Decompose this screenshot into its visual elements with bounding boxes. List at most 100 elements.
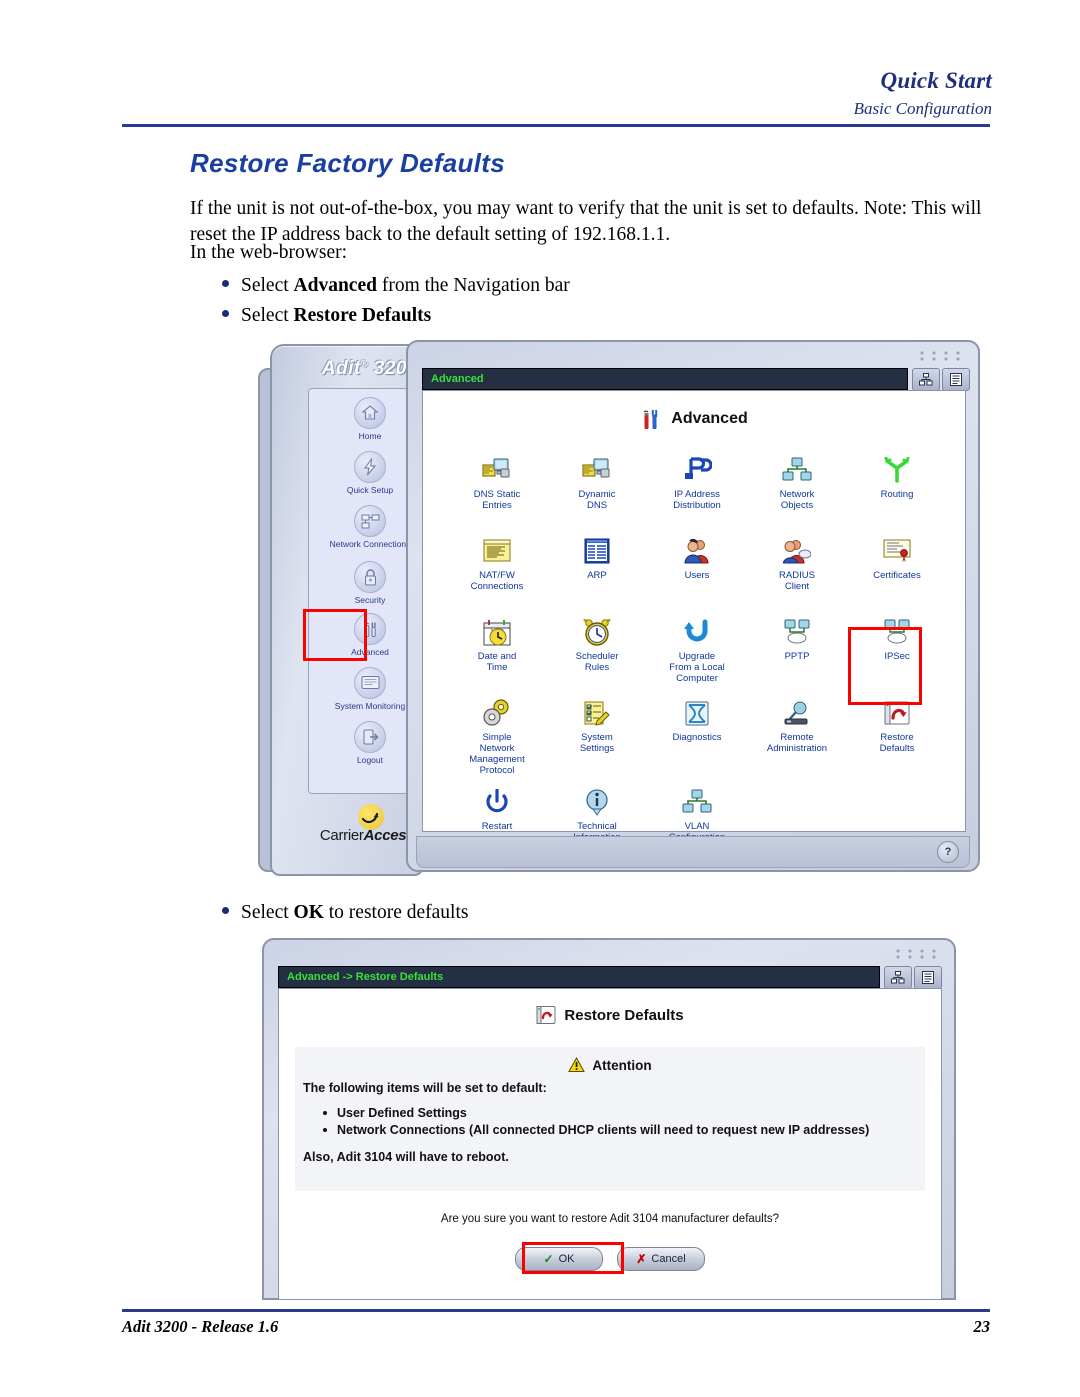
- advanced-icon-date-and-time[interactable]: 12Date and Time: [447, 611, 547, 687]
- footer-divider: [122, 1309, 990, 1312]
- lock-icon: [354, 561, 386, 593]
- ok-button-highlight: [522, 1242, 624, 1274]
- diagnostics-icon: [647, 696, 747, 730]
- advanced-page-heading: Advanced: [423, 407, 965, 431]
- bullet-3-suffix: to restore defaults: [323, 902, 469, 923]
- registered-mark-icon: ®: [360, 358, 368, 369]
- advanced-icon-simple-network-management-protocol[interactable]: Simple Network Management Protocol: [447, 692, 547, 776]
- advanced-icon-label: NAT/FW Connections: [470, 570, 524, 592]
- bullet-dot-icon: [222, 280, 229, 287]
- vent-dots-icon: [894, 948, 938, 960]
- bullet-1-bold: Advanced: [293, 275, 377, 296]
- bullet-select-ok: Select OK to restore defaults: [222, 902, 468, 924]
- restore-defaults-icon: [536, 1006, 556, 1024]
- header-title: Quick Start: [880, 68, 992, 93]
- bullet-dot-icon: [222, 907, 229, 914]
- advanced-icon-diagnostics[interactable]: Diagnostics: [647, 692, 747, 776]
- advanced-icon-label: ARP: [587, 570, 607, 581]
- network-icon: [354, 505, 386, 537]
- help-button[interactable]: ?: [937, 841, 959, 863]
- advanced-icon-dns-static-entries[interactable]: DNS Static Entries: [447, 449, 547, 525]
- advanced-icon-label: Simple Network Management Protocol: [469, 732, 525, 776]
- footer-release: Adit 3200 - Release 1.6: [122, 1317, 279, 1336]
- advanced-icon-label: IP Address Distribution: [673, 489, 721, 511]
- advanced-icon-upgrade-from-a-local-computer[interactable]: Upgrade From a Local Computer: [647, 611, 747, 687]
- advanced-icon-nat-fw-connections[interactable]: NAT/FW Connections: [447, 530, 547, 606]
- cancel-button-label: Cancel: [651, 1253, 686, 1265]
- routing-icon: [847, 453, 947, 487]
- breadcrumb-2: Advanced -> Restore Defaults: [287, 971, 444, 983]
- technical-information-icon: [547, 785, 647, 819]
- attention-item-list: User Defined Settings Network Connections…: [321, 1105, 925, 1138]
- nat-fw-connections-icon: [447, 534, 547, 568]
- ip-address-distribution-icon: [647, 453, 747, 487]
- advanced-icon-system-settings[interactable]: System Settings: [547, 692, 647, 776]
- advanced-icon-dynamic-dns[interactable]: Dynamic DNS: [547, 449, 647, 525]
- list-view-button[interactable]: [914, 966, 942, 989]
- dynamic-dns-icon: [547, 453, 647, 487]
- network-map-button[interactable]: [884, 966, 912, 989]
- advanced-icon-label: Diagnostics: [672, 732, 722, 743]
- bullet-select-advanced: Select Advanced from the Navigation bar: [222, 275, 570, 297]
- advanced-icon-label: Routing: [880, 489, 914, 500]
- advanced-icon-remote-administration[interactable]: Remote Administration: [747, 692, 847, 776]
- web-browser-line: In the web-browser:: [190, 242, 348, 263]
- advanced-icon-users[interactable]: Users: [647, 530, 747, 606]
- date-and-time-icon: 12: [447, 615, 547, 649]
- page-number: 23: [973, 1317, 991, 1336]
- users-icon: [647, 534, 747, 568]
- bullet-3-prefix: Select: [241, 902, 294, 923]
- advanced-icon-radius-client[interactable]: RADIUS Client: [747, 530, 847, 606]
- advanced-screen-figure: Adit® 3200 Home Quick Setup Network Connec…: [248, 338, 980, 883]
- breadcrumb: Advanced: [431, 373, 484, 385]
- header-divider: [122, 124, 990, 127]
- pptp-icon: [747, 615, 847, 649]
- advanced-icon-ip-address-distribution[interactable]: IP Address Distribution: [647, 449, 747, 525]
- bullet-1-suffix: from the Navigation bar: [376, 275, 570, 296]
- dialog-content: Restore Defaults Attention The following…: [278, 988, 942, 1299]
- reboot-note: Also, Adit 3104 will have to reboot.: [303, 1150, 509, 1164]
- warning-icon: [568, 1057, 586, 1072]
- vent-dots-icon: [918, 350, 962, 362]
- advanced-icon-label: Dynamic DNS: [578, 489, 616, 511]
- advanced-icon-label: Upgrade From a Local Computer: [669, 651, 725, 684]
- advanced-icon-label: Scheduler Rules: [575, 651, 619, 673]
- restart-icon: [447, 785, 547, 819]
- restore-defaults-highlight: [848, 627, 922, 705]
- attention-lead: The following items will be set to defau…: [303, 1081, 547, 1095]
- home-icon: [354, 397, 386, 429]
- advanced-icon-label: Network Objects: [779, 489, 815, 511]
- advanced-icon-label: Restart: [481, 821, 513, 832]
- lightning-icon: [354, 451, 386, 483]
- advanced-icon-certificates[interactable]: Certificates: [847, 530, 947, 606]
- advanced-icon-label: DNS Static Entries: [473, 489, 521, 511]
- advanced-icon-pptp[interactable]: PPTP: [747, 611, 847, 687]
- restore-defaults-heading: Restore Defaults: [279, 1005, 941, 1025]
- system-settings-icon: [547, 696, 647, 730]
- advanced-icon-label: Users: [684, 570, 710, 581]
- browser-window-2: Advanced -> Restore Defaults Restore Def…: [262, 938, 956, 1300]
- attention-header: Attention: [295, 1047, 925, 1073]
- advanced-icon-label: Date and Time: [477, 651, 517, 673]
- cancel-button[interactable]: ✗ Cancel: [617, 1247, 705, 1271]
- network-map-button[interactable]: [912, 368, 940, 391]
- bullet-dot-icon: [222, 310, 229, 317]
- carrieraccess-swoosh-icon: [358, 804, 384, 830]
- snmp-icon: [447, 696, 547, 730]
- advanced-icon-arp[interactable]: ARP: [547, 530, 647, 606]
- advanced-icon-network-objects[interactable]: Network Objects: [747, 449, 847, 525]
- browser-window: Advanced Advanced DNS Static Entries Dyn…: [406, 340, 980, 872]
- bullet-2-prefix: Select: [241, 305, 294, 326]
- device-chassis: Adit® 3200 Home Quick Setup Network Connec…: [270, 344, 432, 876]
- advanced-icon-routing[interactable]: Routing: [847, 449, 947, 525]
- remote-administration-icon: [747, 696, 847, 730]
- logout-icon: [354, 721, 386, 753]
- bullet-2-bold: Restore Defaults: [293, 305, 432, 326]
- advanced-icon-scheduler-rules[interactable]: Scheduler Rules: [547, 611, 647, 687]
- tools-icon: [643, 410, 658, 429]
- list-view-button[interactable]: [942, 368, 970, 391]
- advanced-icon-label: Certificates: [873, 570, 921, 581]
- monitor-icon: [354, 667, 386, 699]
- bullet-1-prefix: Select: [241, 275, 294, 296]
- restore-defaults-heading-text: Restore Defaults: [564, 1006, 684, 1024]
